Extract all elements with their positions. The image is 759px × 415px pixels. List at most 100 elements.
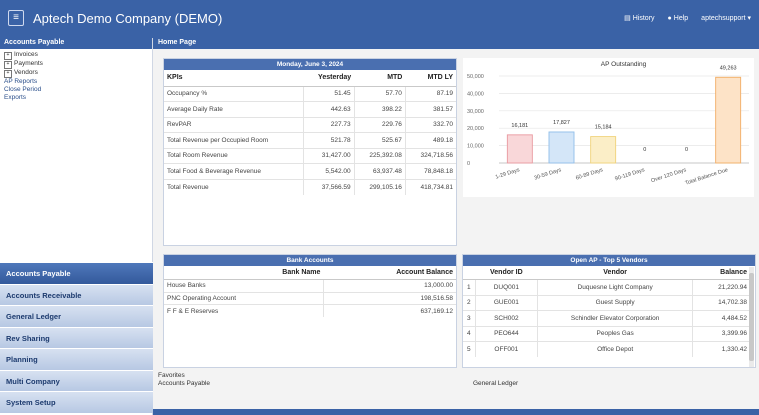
vendor-cell: 4 xyxy=(463,325,475,342)
kpi-cell: Total Room Revenue xyxy=(164,147,304,164)
vendor-cell: 14,702.38 xyxy=(692,294,750,311)
kpi-cell: 31,427.00 xyxy=(303,147,355,164)
module-general-ledger[interactable]: General Ledger xyxy=(0,305,153,327)
module-accounts-receivable[interactable]: Accounts Receivable xyxy=(0,283,153,305)
top-right-links: ▤ History ● Help aptechsupport ▾ xyxy=(624,14,751,23)
top-vendors-panel: Open AP - Top 5 Vendors Vendor ID Vendor B… xyxy=(462,254,756,368)
chart-title: AP Outstanding xyxy=(600,61,647,68)
vendor-cell: 21,220.94 xyxy=(692,279,750,295)
bank-col-header: Bank Name xyxy=(164,266,324,280)
kpi-col-header: Yesterday xyxy=(303,70,355,87)
kpi-cell: 398.22 xyxy=(353,101,406,117)
table-row[interactable]: Total Food & Beverage Revenue 5,542.00 63,… xyxy=(164,163,456,179)
history-link[interactable]: ▤ History xyxy=(624,14,654,22)
bar xyxy=(715,76,742,164)
table-row[interactable]: F F & E Reserves 637,169.12 xyxy=(164,304,456,317)
vendor-cell: DUQ001 xyxy=(474,279,538,295)
vendor-col-header: Vendor xyxy=(537,266,693,280)
bank-cell: 198,516.58 xyxy=(322,291,456,305)
table-row[interactable]: House Banks 13,000.00 xyxy=(164,279,456,292)
y-tick-label: 20,000 xyxy=(467,126,484,132)
sidebar-link-payments[interactable]: Payments xyxy=(4,60,148,69)
vendor-cell: SCH002 xyxy=(474,310,538,326)
table-row[interactable]: Total Room Revenue 31,427.00 225,392.08 324… xyxy=(164,147,456,164)
history-icon: ▤ xyxy=(624,15,631,22)
module-system-setup[interactable]: System Setup xyxy=(0,391,153,413)
vendor-cell: Guest Supply xyxy=(537,294,693,311)
hamburger-menu-button[interactable]: ≡ xyxy=(8,10,24,26)
data-label: 17,827 xyxy=(553,120,570,126)
sidebar-links: InvoicesPaymentsVendorsAP ReportsClose P… xyxy=(0,49,152,104)
kpi-cell: Total Food & Beverage Revenue xyxy=(164,163,304,179)
module-multi-company[interactable]: Multi Company xyxy=(0,369,153,391)
vendors-title: Open AP - Top 5 Vendors xyxy=(463,255,755,266)
app-title: Aptech Demo Company (DEMO) xyxy=(33,11,223,26)
table-row[interactable]: Total Revenue 37,566.59 299,105.16 418,734.… xyxy=(164,178,456,195)
vendor-cell: 1,330.42 xyxy=(692,341,750,357)
x-tick-label: 30-59 Days xyxy=(534,167,563,181)
vendor-cell: Duquesne Light Company xyxy=(537,279,693,295)
module-planning[interactable]: Planning xyxy=(0,348,153,370)
table-row[interactable]: Total Revenue per Occupied Room 521.78 525… xyxy=(164,132,456,148)
table-row[interactable]: 1 DUQ001 Duquesne Light Company 21,220.94 xyxy=(463,279,750,295)
kpi-cell: 418,734.81 xyxy=(404,178,456,195)
table-row[interactable]: 3 SCH002 Schindler Elevator Corporation 4,4… xyxy=(463,310,750,326)
vendor-cell: GUE001 xyxy=(474,294,538,311)
table-row[interactable]: 2 GUE001 Guest Supply 14,702.38 xyxy=(463,294,750,311)
kpi-cell: 63,937.48 xyxy=(353,163,406,179)
top-bar: ≡ Aptech Demo Company (DEMO) ▤ History ● H… xyxy=(0,0,759,38)
hamburger-icon: ≡ xyxy=(13,12,19,23)
kpi-cell: 87.19 xyxy=(404,85,456,102)
sidebar-link-vendors[interactable]: Vendors xyxy=(4,69,148,78)
vendors-scrollbar[interactable] xyxy=(749,267,754,367)
table-row[interactable]: RevPAR 227.73 229.76 332.70 xyxy=(164,116,456,133)
table-row[interactable]: 5 OFF001 Office Depot 1,330.42 xyxy=(463,341,750,357)
bank-cell: PNC Operating Account xyxy=(164,291,324,305)
y-tick-label: 50,000 xyxy=(467,74,484,80)
vendor-col-header xyxy=(463,266,475,280)
kpi-cell: 227.73 xyxy=(303,116,355,133)
kpi-table: KPIs Yesterday MTD MTD LY Occupancy % 51.45 5… xyxy=(164,70,456,195)
table-row[interactable]: Average Daily Rate 442.63 398.22 381.57 xyxy=(164,101,456,117)
scrollbar-thumb[interactable] xyxy=(749,273,754,361)
module-accounts-payable[interactable]: Accounts Payable xyxy=(0,262,153,284)
favorite-left[interactable]: Accounts Payable xyxy=(158,380,210,387)
user-menu[interactable]: aptechsupport ▾ xyxy=(701,14,751,22)
kpi-cell: 442.63 xyxy=(303,101,355,117)
table-row[interactable]: Occupancy % 51.45 57.70 87.19 xyxy=(164,85,456,102)
sidebar-link-close-period[interactable]: Close Period xyxy=(4,86,148,94)
kpi-cell: 525.67 xyxy=(353,132,406,148)
table-row[interactable]: PNC Operating Account 198,516.58 xyxy=(164,291,456,305)
kpi-cell: 78,848.18 xyxy=(404,163,456,179)
kpi-cell: 5,542.00 xyxy=(303,163,355,179)
kpi-col-header: KPIs xyxy=(164,70,304,87)
favorite-right[interactable]: General Ledger xyxy=(473,380,518,387)
main-content: Monday, June 3, 2024 KPIs Yesterday MTD MTD… xyxy=(153,49,759,415)
sidebar-link-exports[interactable]: Exports xyxy=(4,94,148,102)
sidebar-link-ap-reports[interactable]: AP Reports xyxy=(4,78,148,86)
kpi-cell: 489.18 xyxy=(404,132,456,148)
sidebar-link-invoices[interactable]: Invoices xyxy=(4,51,148,60)
kpi-cell: Total Revenue per Occupied Room xyxy=(164,132,304,148)
kpi-cell: RevPAR xyxy=(164,116,304,133)
vendor-cell: 3,399.96 xyxy=(692,325,750,342)
bar xyxy=(548,131,575,164)
bank-title: Bank Accounts xyxy=(164,255,456,266)
x-tick-label: 1-29 Days xyxy=(495,167,521,181)
x-tick-label: 90-119 Days xyxy=(614,167,645,182)
help-link[interactable]: ● Help xyxy=(668,15,689,22)
vendor-cell: Office Depot xyxy=(537,341,693,357)
data-label: 16,181 xyxy=(511,123,528,129)
module-rev-sharing[interactable]: Rev Sharing xyxy=(0,326,153,348)
bank-cell: 13,000.00 xyxy=(322,279,456,292)
kpi-cell: 37,566.59 xyxy=(303,178,355,195)
kpi-panel: Monday, June 3, 2024 KPIs Yesterday MTD MTD… xyxy=(163,58,457,246)
bank-col-header: Account Balance xyxy=(323,266,456,280)
vendor-cell: Peoples Gas xyxy=(537,325,693,342)
vendor-cell: 5 xyxy=(463,341,475,357)
table-row[interactable]: 4 PEO644 Peoples Gas 3,399.96 xyxy=(463,325,750,342)
vendor-cell: PEO644 xyxy=(474,325,538,342)
vendor-cell: 4,484.52 xyxy=(692,310,750,326)
kpi-col-header: MTD LY xyxy=(405,70,456,87)
chart-svg: 0 10,000 20,000 30,000 40,000 50,000 16,181 1-2… xyxy=(467,65,749,187)
